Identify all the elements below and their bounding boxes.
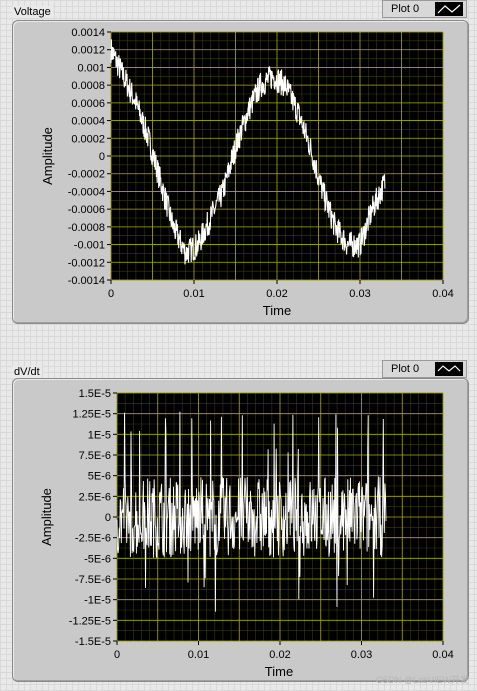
x-tick-label: 0.02 — [266, 288, 287, 300]
y-tick-label: -0.0014 — [68, 275, 105, 287]
x-tick-label: 0.04 — [432, 649, 453, 661]
y-axis-title: Amplitude — [39, 488, 54, 546]
watermark: CSDN @LabVIEW开发 — [375, 675, 469, 685]
y-tick-label: -0.0002 — [68, 169, 105, 181]
y-tick-label: 0 — [105, 512, 111, 524]
y-tick-label: -0.0012 — [68, 257, 105, 269]
dvdt-plot-svg: 1.5E-5 1.25E-5 1E-5 7.5E-6 5E-6 2.5E-6 0 -2.5E-… — [39, 388, 454, 679]
voltage-plot-svg: 0.0014 0.0012 0.001 0.0008 0.0006 0.0004 0.000… — [40, 27, 454, 318]
x-axis-title: Time — [263, 303, 291, 318]
x-axis-title: Time — [265, 664, 293, 679]
y-tick-label: 2.5E-6 — [79, 491, 111, 503]
y-axis-title: Amplitude — [40, 127, 55, 185]
y-tick-label: 0.0006 — [71, 98, 105, 110]
x-tick-label: 0.02 — [269, 649, 290, 661]
y-tick-label: -0.0004 — [68, 186, 105, 198]
y-tick-label: -0.001 — [74, 240, 105, 252]
y-tick-label: 0.001 — [77, 62, 105, 74]
x-tick-label: 0.03 — [349, 288, 370, 300]
y-tick-label: -1.5E-5 — [75, 636, 111, 648]
y-tick-label: 0.0002 — [71, 133, 105, 145]
y-tick-label: 1E-5 — [88, 429, 111, 441]
y-tick-label: -1E-5 — [84, 595, 111, 607]
y-tick-label: 5E-6 — [88, 471, 111, 483]
y-tick-label: -0.0006 — [68, 204, 105, 216]
y-tick-label: 0.0014 — [71, 27, 105, 39]
y-tick-label: 7.5E-6 — [79, 450, 111, 462]
y-tick-label: 1.25E-5 — [72, 409, 111, 421]
x-tick-label: 0 — [108, 288, 114, 300]
y-tick-label: 0 — [99, 151, 105, 163]
y-tick-label: -5E-6 — [84, 553, 111, 565]
y-tick-label: 0.0004 — [71, 116, 105, 128]
x-tick-label: 0.04 — [432, 288, 453, 300]
y-tick-label: -2.5E-6 — [75, 533, 111, 545]
y-tick-label: 1.5E-5 — [79, 388, 111, 400]
dvdt-graph: dV/dt Plot 0 1.5E-5 1.25E-5 1E-5 7.5E-6 5E-6… — [0, 360, 477, 691]
y-tick-label: -1.25E-5 — [69, 615, 111, 627]
y-tick-label: -7.5E-6 — [75, 574, 111, 586]
x-tick-label: 0.01 — [183, 288, 204, 300]
voltage-graph: Voltage Plot 0 0.0014 0.0012 0.001 0.0008 0.… — [0, 0, 477, 330]
x-tick-label: 0.03 — [351, 649, 372, 661]
x-tick-label: 0 — [114, 649, 120, 661]
x-tick-label: 0.01 — [188, 649, 209, 661]
y-tick-label: 0.0008 — [71, 80, 105, 92]
y-tick-label: 0.0012 — [71, 45, 105, 57]
y-tick-label: -0.0008 — [68, 222, 105, 234]
